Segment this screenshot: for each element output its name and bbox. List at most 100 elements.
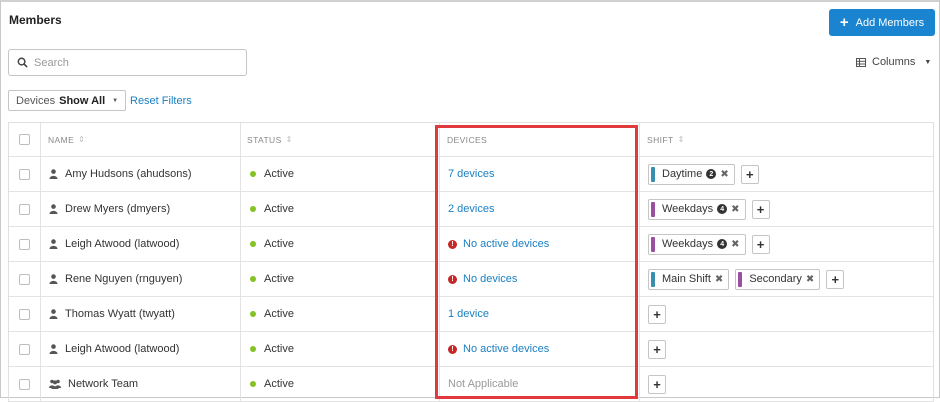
search-icon	[17, 57, 28, 68]
status-indicator: Active	[250, 378, 294, 390]
active-dot-icon	[250, 311, 256, 317]
shift-count-badge: 2	[706, 169, 717, 179]
user-icon	[49, 344, 58, 354]
shift-color-bar	[738, 271, 743, 287]
active-dot-icon	[250, 346, 256, 352]
members-panel: Members + Add Members Search Columns ▼ D…	[0, 0, 940, 402]
filter-label: Devices	[16, 94, 56, 107]
remove-shift-icon[interactable]: ✖	[715, 274, 723, 285]
remove-shift-icon[interactable]: ✖	[720, 169, 728, 180]
shift-label: Secondary	[749, 273, 802, 285]
columns-dropdown[interactable]: Columns ▼	[856, 56, 931, 68]
shift-label: Weekdays	[662, 238, 714, 250]
shift-chip[interactable]: Weekdays 4 ✖	[648, 198, 746, 220]
columns-label: Columns	[872, 56, 916, 68]
shift-chip[interactable]: Main Shift ✖	[648, 268, 730, 290]
sort-icon: ⇕	[677, 135, 685, 144]
add-members-button[interactable]: + Add Members	[829, 9, 935, 36]
shift-color-bar	[651, 201, 655, 217]
search-input[interactable]: Search	[8, 49, 247, 76]
table-row[interactable]: Drew Myers (dmyers) Active 2 devices Wee…	[9, 192, 933, 227]
user-icon	[49, 204, 58, 214]
status-indicator: Active	[250, 168, 294, 180]
column-header-shift[interactable]: SHIFT ⇕	[647, 135, 685, 145]
shift-label: Daytime	[662, 168, 703, 180]
devices-link[interactable]: 7 devices	[448, 168, 494, 180]
row-checkbox[interactable]	[19, 273, 30, 285]
add-shift-button[interactable]: +	[648, 374, 666, 394]
table-row[interactable]: Leigh Atwood (latwood) Active ! No active…	[9, 332, 933, 367]
remove-shift-icon[interactable]: ✖	[731, 239, 739, 250]
remove-shift-icon[interactable]: ✖	[806, 274, 814, 285]
table-icon	[856, 57, 866, 67]
devices-link[interactable]: 2 devices	[448, 203, 494, 215]
shift-count-badge: 4	[717, 204, 728, 214]
member-name[interactable]: Amy Hudsons (ahudsons)	[49, 168, 192, 180]
status-indicator: Active	[250, 203, 294, 215]
table-row[interactable]: Network Team Active Not Applicable +	[9, 367, 933, 402]
active-dot-icon	[250, 241, 256, 247]
shift-chip[interactable]: Secondary ✖	[735, 268, 821, 290]
member-name[interactable]: Leigh Atwood (latwood)	[49, 343, 179, 355]
page-title: Members	[9, 13, 62, 27]
devices-warning[interactable]: ! No active devices	[448, 343, 549, 355]
active-dot-icon	[250, 171, 256, 177]
devices-warning[interactable]: ! No devices	[448, 273, 517, 285]
shift-count-badge: 4	[717, 239, 728, 249]
active-dot-icon	[250, 381, 256, 387]
user-icon	[49, 309, 58, 319]
member-name[interactable]: Rene Nguyen (rnguyen)	[49, 273, 182, 285]
sort-icon: ⇕	[78, 135, 86, 144]
add-shift-button[interactable]: +	[648, 339, 666, 359]
devices-warning[interactable]: ! No active devices	[448, 238, 549, 250]
status-indicator: Active	[250, 343, 294, 355]
add-shift-button[interactable]: +	[648, 304, 666, 324]
row-checkbox[interactable]	[19, 378, 30, 390]
add-members-label: Add Members	[855, 16, 925, 29]
table-row[interactable]: Rene Nguyen (rnguyen) Active ! No devices…	[9, 262, 933, 297]
reset-filters-link[interactable]: Reset Filters	[130, 95, 192, 107]
shift-label: Weekdays	[662, 203, 714, 215]
table-row[interactable]: Leigh Atwood (latwood) Active ! No active…	[9, 227, 933, 262]
members-table: NAME ⇕ STATUS ⇕ DEVICES SHIFT ⇕ Amy Hudsons…	[8, 122, 934, 402]
status-indicator: Active	[250, 273, 294, 285]
row-checkbox[interactable]	[19, 308, 30, 320]
member-name[interactable]: Drew Myers (dmyers)	[49, 203, 170, 215]
add-shift-button[interactable]: +	[751, 199, 770, 219]
member-name[interactable]: Network Team	[49, 378, 138, 390]
shift-chip[interactable]: Weekdays 4 ✖	[648, 233, 746, 255]
shift-label: Main Shift	[662, 273, 711, 285]
caret-down-icon: ▼	[924, 58, 932, 66]
table-row[interactable]: Amy Hudsons (ahudsons) Active 7 devices …	[9, 157, 933, 192]
add-shift-button[interactable]: +	[740, 164, 759, 184]
team-icon	[49, 379, 61, 389]
add-shift-button[interactable]: +	[751, 234, 770, 254]
search-placeholder: Search	[34, 56, 69, 69]
shift-color-bar	[651, 236, 655, 252]
active-dot-icon	[250, 276, 256, 282]
shift-color-bar	[651, 271, 655, 287]
row-checkbox[interactable]	[19, 168, 30, 180]
add-shift-button[interactable]: +	[826, 269, 845, 289]
select-all-checkbox[interactable]	[19, 134, 30, 145]
column-header-status[interactable]: STATUS ⇕	[247, 135, 293, 145]
column-header-devices: DEVICES	[447, 134, 488, 145]
active-dot-icon	[250, 206, 256, 212]
member-name[interactable]: Thomas Wyatt (twyatt)	[49, 308, 175, 320]
shift-chip[interactable]: Daytime 2 ✖	[648, 163, 735, 185]
member-name[interactable]: Leigh Atwood (latwood)	[49, 238, 179, 250]
table-row[interactable]: Thomas Wyatt (twyatt) Active 1 device +	[9, 297, 933, 332]
filter-value: Show All	[59, 94, 106, 107]
row-checkbox[interactable]	[19, 343, 30, 355]
row-checkbox[interactable]	[19, 238, 30, 250]
status-indicator: Active	[250, 308, 294, 320]
column-header-name[interactable]: NAME ⇕	[48, 135, 85, 145]
row-checkbox[interactable]	[19, 203, 30, 215]
remove-shift-icon[interactable]: ✖	[731, 204, 739, 215]
devices-link[interactable]: 1 device	[448, 308, 489, 320]
sort-icon: ⇕	[285, 135, 293, 144]
devices-filter[interactable]: Devices Show All ▼	[8, 90, 127, 111]
alert-icon: !	[448, 239, 457, 249]
shift-color-bar	[651, 166, 655, 182]
caret-down-icon: ▼	[112, 97, 119, 104]
